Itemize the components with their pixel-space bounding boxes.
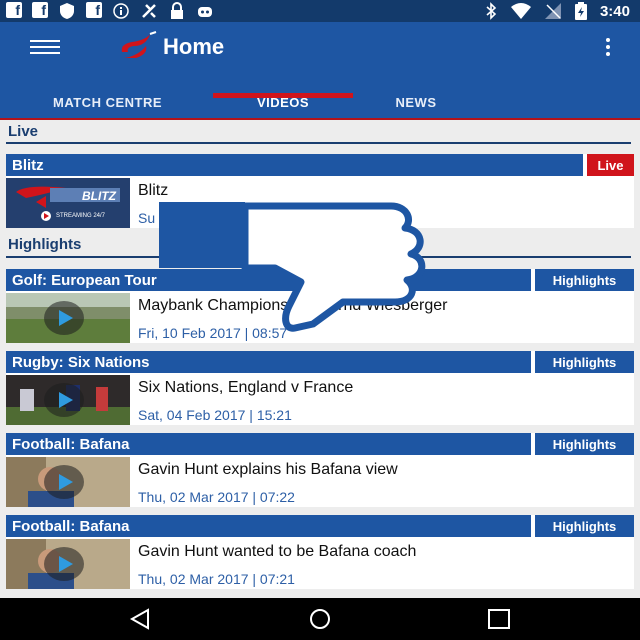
highlights-badge: Highlights	[535, 351, 634, 373]
section-title-highlights: Highlights	[8, 236, 82, 253]
status-system-icons: 3:40	[484, 2, 630, 20]
thumb-brand-text: BLITZ	[82, 189, 116, 203]
facebook-icon: f	[86, 2, 102, 18]
tab-bar: MATCH CENTRE VIDEOS NEWS	[0, 84, 640, 120]
status-bar: f f f 3:40	[0, 0, 640, 22]
menu-icon[interactable]	[30, 40, 60, 54]
system-nav-bar	[0, 598, 640, 640]
video-card[interactable]: Football: Bafana Highlights Gavin Hunt w…	[6, 515, 634, 589]
video-title: Six Nations, England v France	[138, 379, 354, 396]
back-icon[interactable]	[128, 608, 154, 630]
section-divider	[6, 142, 631, 144]
tab-videos[interactable]: VIDEOS	[213, 84, 353, 120]
home-icon[interactable]	[307, 608, 333, 630]
live-badge: Live	[587, 154, 634, 176]
video-date: Sat, 04 Feb 2017 | 15:21	[138, 407, 292, 423]
video-title: Gavin Hunt wanted to be Bafana coach	[138, 543, 417, 560]
video-thumbnail[interactable]	[6, 457, 130, 507]
bot-icon	[198, 7, 212, 17]
facebook-icon: f	[6, 2, 22, 18]
video-card[interactable]: Rugby: Six Nations Highlights Six Nation…	[6, 351, 634, 425]
bluetooth-icon	[486, 2, 497, 20]
highlights-badge: Highlights	[535, 433, 634, 455]
overflow-menu-icon[interactable]	[606, 38, 610, 56]
wifi-icon	[510, 3, 531, 19]
video-date: Su	[138, 210, 156, 226]
video-thumbnail[interactable]	[6, 539, 130, 589]
lock-icon	[171, 2, 183, 19]
shield-icon	[60, 3, 74, 19]
play-icon[interactable]	[44, 383, 84, 417]
signal-icon	[544, 3, 561, 19]
play-icon[interactable]	[44, 547, 84, 581]
live-section-header: Live	[0, 120, 640, 154]
battery-icon	[574, 2, 587, 20]
tab-news[interactable]: NEWS	[370, 84, 462, 120]
card-category: Rugby: Six Nations	[6, 351, 531, 373]
status-time: 3:40	[599, 2, 630, 20]
active-tab-indicator	[213, 93, 353, 98]
status-notification-icons: f f f	[6, 2, 214, 20]
video-date: Thu, 02 Mar 2017 | 07:22	[138, 489, 295, 505]
video-thumbnail[interactable]	[6, 375, 130, 425]
section-title-live: Live	[8, 123, 39, 140]
card-category: Football: Bafana	[6, 515, 531, 537]
info-icon	[113, 3, 129, 19]
highlights-badge: Highlights	[535, 515, 634, 537]
facebook-icon: f	[32, 2, 48, 18]
thumbs-down-icon	[159, 202, 426, 332]
card-category: Blitz	[6, 154, 583, 176]
highlights-badge: Highlights	[535, 269, 634, 291]
app-bar: Home MATCH CENTRE VIDEOS NEWS	[0, 22, 640, 120]
video-title: Gavin Hunt explains his Bafana view	[138, 461, 398, 478]
fixit-icon	[142, 4, 156, 18]
video-date: Thu, 02 Mar 2017 | 07:21	[138, 571, 295, 587]
play-icon[interactable]	[44, 301, 84, 335]
video-thumbnail[interactable]	[6, 293, 130, 343]
play-icon[interactable]	[44, 465, 84, 499]
blitz-thumbnail-art	[6, 178, 130, 228]
video-card[interactable]: Football: Bafana Highlights Gavin Hunt e…	[6, 433, 634, 507]
supersport-logo	[121, 31, 157, 58]
thumb-streaming-text: STREAMING 24/7	[56, 213, 106, 219]
video-thumbnail[interactable]: BLITZ STREAMING 24/7	[6, 178, 130, 228]
page-title: Home	[163, 34, 225, 59]
card-category: Football: Bafana	[6, 433, 531, 455]
recents-icon[interactable]	[486, 608, 512, 630]
tab-match-centre[interactable]: MATCH CENTRE	[20, 84, 195, 120]
